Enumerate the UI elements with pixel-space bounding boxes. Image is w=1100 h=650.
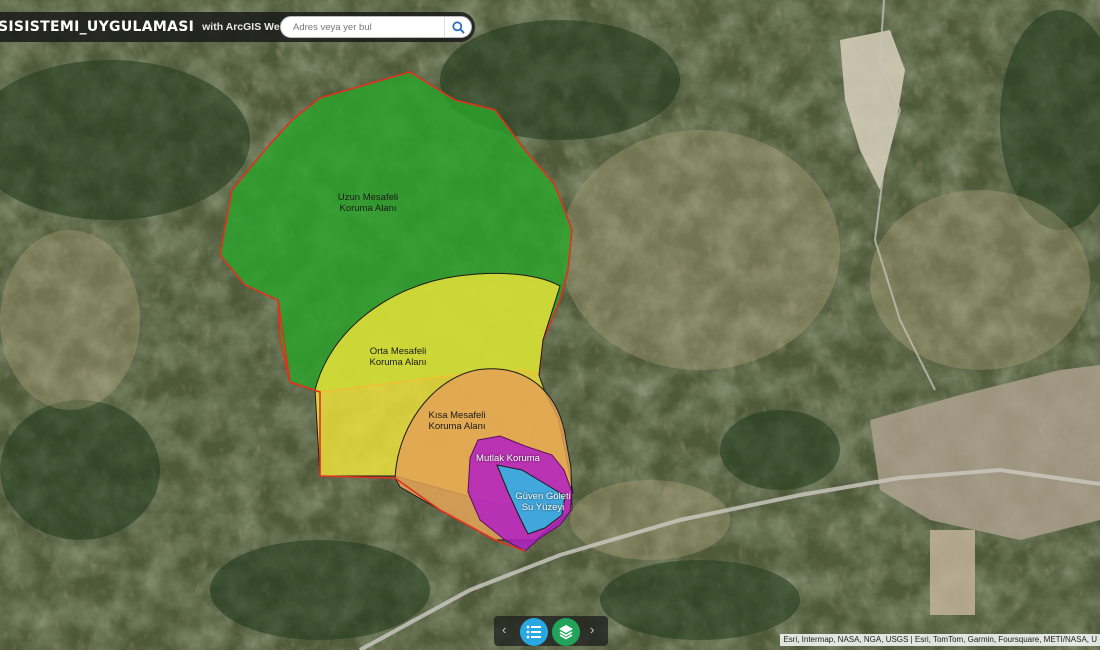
label-line-2: Koruma Alanı [339, 203, 397, 214]
app-header: SISISTEMI_UYGULAMASI with ArcGIS Web App… [0, 12, 475, 42]
search-icon [451, 20, 465, 34]
search-button[interactable] [444, 17, 471, 37]
label-mutlak-koruma: Mutlak Koruma [476, 453, 540, 464]
label-orta-mesafeli: Orta Mesafeli Koruma Alanı [369, 346, 426, 368]
label-su-yuzeyi: Güven Göleti Su Yüzeyi [515, 491, 570, 513]
map-view[interactable] [0, 0, 1100, 650]
label-line-1: Uzun Mesafeli [337, 192, 399, 203]
previous-arrow[interactable]: ‹ [502, 622, 506, 637]
label-line-1: Güven Göleti [515, 491, 571, 502]
list-icon [526, 625, 541, 639]
label-line-2: Su Yüzeyi [521, 502, 565, 513]
app-title: SISISTEMI_UYGULAMASI [0, 19, 195, 35]
label-uzun-mesafeli: Uzun Mesafeli Koruma Alanı [338, 192, 398, 214]
layers-icon [559, 625, 573, 640]
label-line-2: Koruma Alanı [369, 357, 427, 368]
search-box[interactable] [280, 16, 472, 38]
label-kisa-mesafeli: Kısa Mesafeli Koruma Alanı [428, 410, 485, 432]
label-line-1: Kısa Mesafeli [428, 410, 486, 421]
layers-button[interactable] [552, 618, 580, 646]
search-input[interactable] [291, 20, 444, 34]
label-line-2: Koruma Alanı [428, 421, 486, 432]
label-line-1: Mutlak Koruma [476, 453, 540, 464]
map-attribution: Esri, Intermap, NASA, NGA, USGS | Esri, … [780, 634, 1100, 646]
widget-toolbar: ‹ › [494, 616, 608, 646]
legend-button[interactable] [520, 618, 548, 646]
next-arrow[interactable]: › [590, 622, 594, 637]
label-line-1: Orta Mesafeli [369, 346, 427, 357]
